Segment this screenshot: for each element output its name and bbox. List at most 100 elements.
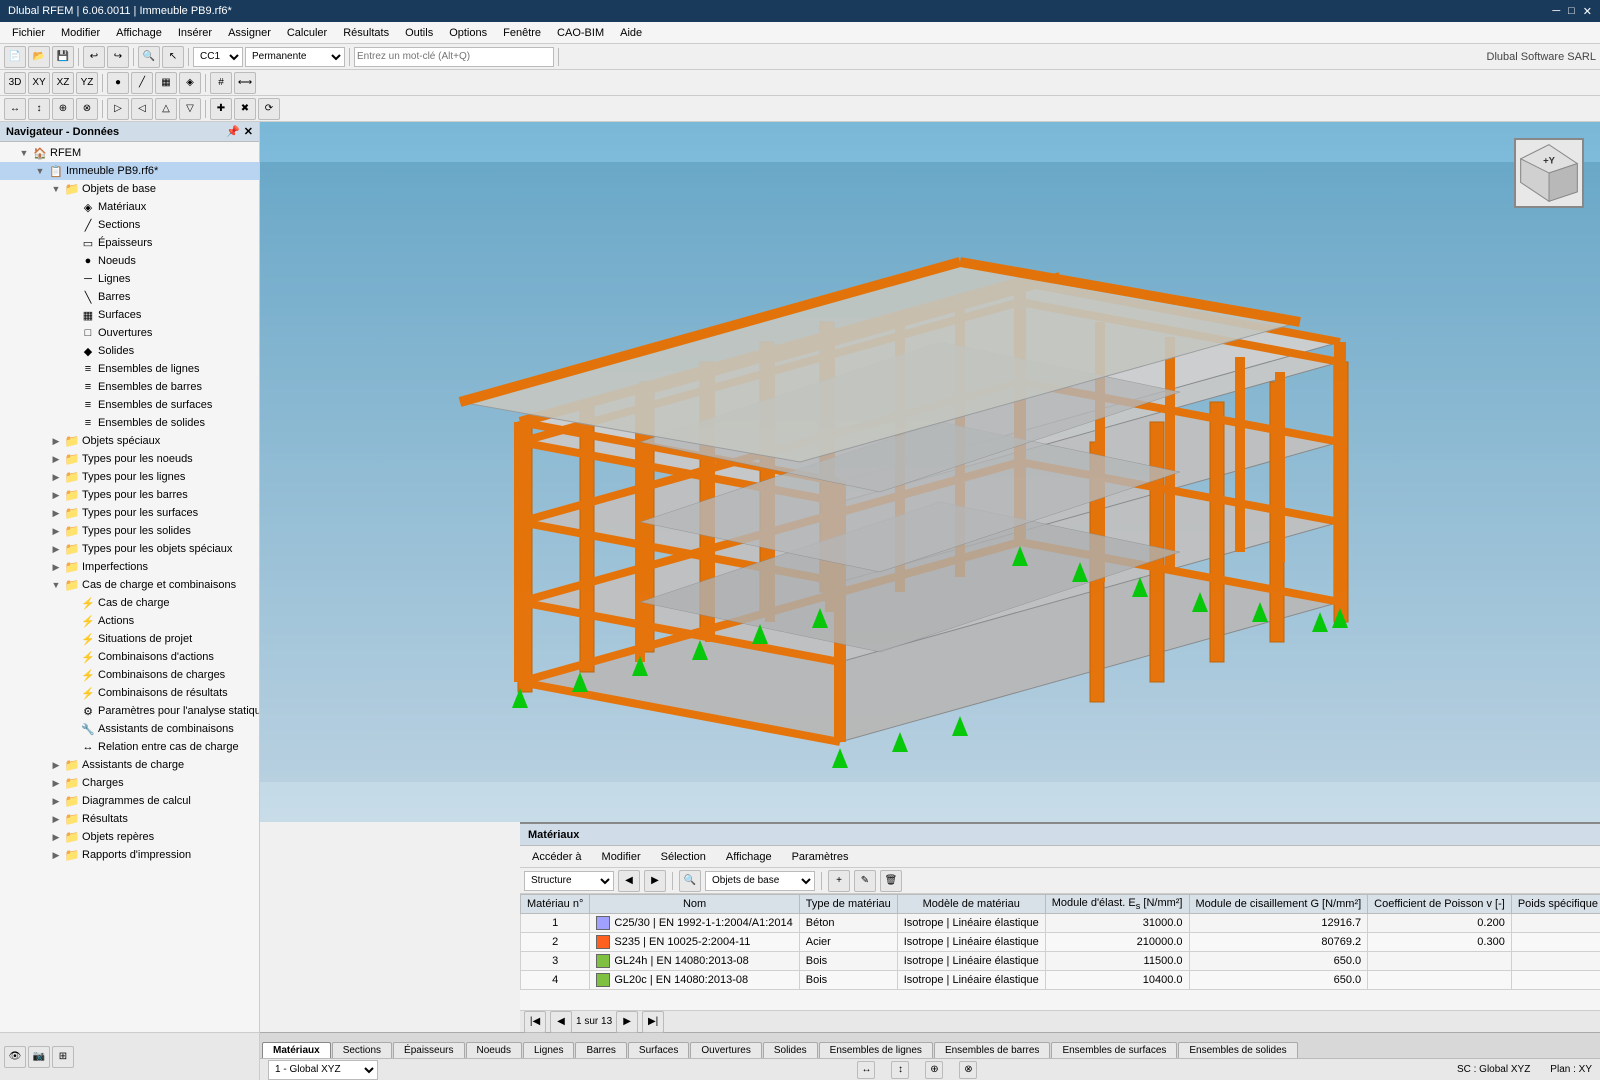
render-button[interactable]: ◈ <box>179 72 201 94</box>
tab-barres[interactable]: Barres <box>575 1042 626 1058</box>
load-case-select[interactable]: CC1 <box>193 47 243 67</box>
status-btn1[interactable]: ↔ <box>857 1061 875 1079</box>
menu-item-assigner[interactable]: Assigner <box>220 25 279 41</box>
tree-types-barres[interactable]: ▶ 📁 Types pour les barres <box>0 486 259 504</box>
status-btn4[interactable]: ⊗ <box>959 1061 977 1079</box>
nav-extra-btn[interactable]: ⊞ <box>52 1046 74 1068</box>
structure-filter[interactable]: Structure <box>524 871 614 891</box>
view-select[interactable]: 1 - Global XYZ <box>268 1060 378 1080</box>
tree-objets-rep[interactable]: ▶ 📁 Objets repères <box>0 828 259 846</box>
tree-epaisseurs[interactable]: ▭ Épaisseurs <box>0 234 259 252</box>
nav-view-btn[interactable]: 👁 <box>4 1046 26 1068</box>
nav-camera-btn[interactable]: 📷 <box>28 1046 50 1068</box>
mat-modifier-menu[interactable]: Modifier <box>594 849 649 865</box>
tab-solides[interactable]: Solides <box>763 1042 818 1058</box>
menu-item-résultats[interactable]: Résultats <box>335 25 397 41</box>
undo-button[interactable]: ↩ <box>83 46 105 68</box>
mat-acceder-menu[interactable]: Accéder à <box>524 849 590 865</box>
tree-surfaces[interactable]: ▦ Surfaces <box>0 306 259 324</box>
tab-ensembles-de-lignes[interactable]: Ensembles de lignes <box>819 1042 933 1058</box>
open-button[interactable]: 📂 <box>28 46 50 68</box>
grid-button[interactable]: # <box>210 72 232 94</box>
tree-noeuds[interactable]: ● Noeuds <box>0 252 259 270</box>
tab-ouvertures[interactable]: Ouvertures <box>690 1042 761 1058</box>
tree-ens-surfaces[interactable]: ≡ Ensembles de surfaces <box>0 396 259 414</box>
next-btn[interactable]: ▶ <box>644 870 666 892</box>
menu-item-outils[interactable]: Outils <box>397 25 441 41</box>
tree-rapports[interactable]: ▶ 📁 Rapports d'impression <box>0 846 259 864</box>
view-yz-button[interactable]: YZ <box>76 72 98 94</box>
objets-toggle[interactable]: ▼ <box>48 181 64 197</box>
tab-épaisseurs[interactable]: Épaisseurs <box>393 1042 464 1058</box>
minimize-icon[interactable]: ─ <box>1552 5 1560 18</box>
last-page-btn[interactable]: ▶| <box>642 1011 664 1033</box>
tree-cas-charge[interactable]: ▼ 📁 Cas de charge et combinaisons <box>0 576 259 594</box>
show-lines[interactable]: ╱ <box>131 72 153 94</box>
tab-noeuds[interactable]: Noeuds <box>466 1042 522 1058</box>
tree-assist-comb[interactable]: 🔧 Assistants de combinaisons <box>0 720 259 738</box>
prev-page-btn[interactable]: ◀ <box>550 1011 572 1033</box>
prev-btn[interactable]: ◀ <box>618 870 640 892</box>
close-icon[interactable]: ✕ <box>1583 5 1592 18</box>
show-nodes[interactable]: ● <box>107 72 129 94</box>
toolbar3-btn1[interactable]: ↔ <box>4 98 26 120</box>
view-xz-button[interactable]: XZ <box>52 72 74 94</box>
toolbar3-btn2[interactable]: ↕ <box>28 98 50 120</box>
tree-types-lignes[interactable]: ▶ 📁 Types pour les lignes <box>0 468 259 486</box>
show-surfaces[interactable]: ▦ <box>155 72 177 94</box>
search-input[interactable] <box>354 47 554 67</box>
tree-types-surf[interactable]: ▶ 📁 Types pour les surfaces <box>0 504 259 522</box>
status-btn3[interactable]: ⊕ <box>925 1061 943 1079</box>
tab-sections[interactable]: Sections <box>332 1042 392 1058</box>
mat-tool1[interactable]: + <box>828 870 850 892</box>
file-toggle[interactable]: ▼ <box>32 163 48 179</box>
mat-selection-menu[interactable]: Sélection <box>653 849 714 865</box>
next-page-btn[interactable]: ▶ <box>616 1011 638 1033</box>
table-row[interactable]: 2 S235 | EN 10025-2:2004-11 Acier Isotro… <box>521 933 1600 952</box>
table-row[interactable]: 3 GL24h | EN 14080:2013-08 Bois Isotrope… <box>521 952 1600 971</box>
tree-ens-barres[interactable]: ≡ Ensembles de barres <box>0 378 259 396</box>
tree-params-stat[interactable]: ⚙ Paramètres pour l'analyse statique <box>0 702 259 720</box>
toolbar3-btn5[interactable]: ▷ <box>107 98 129 120</box>
rfem-toggle[interactable]: ▼ <box>16 145 32 161</box>
tree-materiaux[interactable]: ◈ Matériaux <box>0 198 259 216</box>
tree-lignes[interactable]: ─ Lignes <box>0 270 259 288</box>
mat-affichage-menu[interactable]: Affichage <box>718 849 780 865</box>
menu-item-calculer[interactable]: Calculer <box>279 25 335 41</box>
mat-tool3[interactable]: 🗑 <box>880 870 902 892</box>
tree-comb-charges[interactable]: ⚡ Combinaisons de charges <box>0 666 259 684</box>
maximize-icon[interactable]: □ <box>1568 5 1575 18</box>
menu-item-insérer[interactable]: Insérer <box>170 25 220 41</box>
tab-lignes[interactable]: Lignes <box>523 1042 574 1058</box>
tab-ensembles-de-solides[interactable]: Ensembles de solides <box>1178 1042 1297 1058</box>
redo-button[interactable]: ↪ <box>107 46 129 68</box>
tab-surfaces[interactable]: Surfaces <box>628 1042 689 1058</box>
tree-types-sol[interactable]: ▶ 📁 Types pour les solides <box>0 522 259 540</box>
tree-types-obj-spec[interactable]: ▶ 📁 Types pour les objets spéciaux <box>0 540 259 558</box>
tree-comb-actions[interactable]: ⚡ Combinaisons d'actions <box>0 648 259 666</box>
tree-ens-solides[interactable]: ≡ Ensembles de solides <box>0 414 259 432</box>
tree-ens-lignes[interactable]: ≡ Ensembles de lignes <box>0 360 259 378</box>
select-button[interactable]: ↖ <box>162 46 184 68</box>
objets-filter[interactable]: Objets de base <box>705 871 815 891</box>
tab-ensembles-de-surfaces[interactable]: Ensembles de surfaces <box>1051 1042 1177 1058</box>
menu-item-fichier[interactable]: Fichier <box>4 25 53 41</box>
nav-pin-icon[interactable]: 📌 <box>226 125 240 138</box>
tree-actions[interactable]: ⚡ Actions <box>0 612 259 630</box>
menu-item-fenêtre[interactable]: Fenêtre <box>495 25 549 41</box>
zoom-button[interactable]: 🔍 <box>138 46 160 68</box>
mat-params-menu[interactable]: Paramètres <box>784 849 857 865</box>
viewport[interactable]: +Y <box>260 122 1600 822</box>
load-type-select[interactable]: Permanente <box>245 47 345 67</box>
first-page-btn[interactable]: |◀ <box>524 1011 546 1033</box>
tree-comb-res[interactable]: ⚡ Combinaisons de résultats <box>0 684 259 702</box>
toolbar3-btn8[interactable]: ▽ <box>179 98 201 120</box>
mat-tool2[interactable]: ✎ <box>854 870 876 892</box>
tree-barres[interactable]: ╲ Barres <box>0 288 259 306</box>
toolbar3-btn10[interactable]: ✖ <box>234 98 256 120</box>
tree-assist-charge[interactable]: ▶ 📁 Assistants de charge <box>0 756 259 774</box>
table-row[interactable]: 1 C25/30 | EN 1992-1-1:2004/A1:2014 Béto… <box>521 914 1600 933</box>
table-row[interactable]: 4 GL20c | EN 14080:2013-08 Bois Isotrope… <box>521 971 1600 990</box>
measure-button[interactable]: ⟷ <box>234 72 256 94</box>
tree-situations[interactable]: ⚡ Situations de projet <box>0 630 259 648</box>
